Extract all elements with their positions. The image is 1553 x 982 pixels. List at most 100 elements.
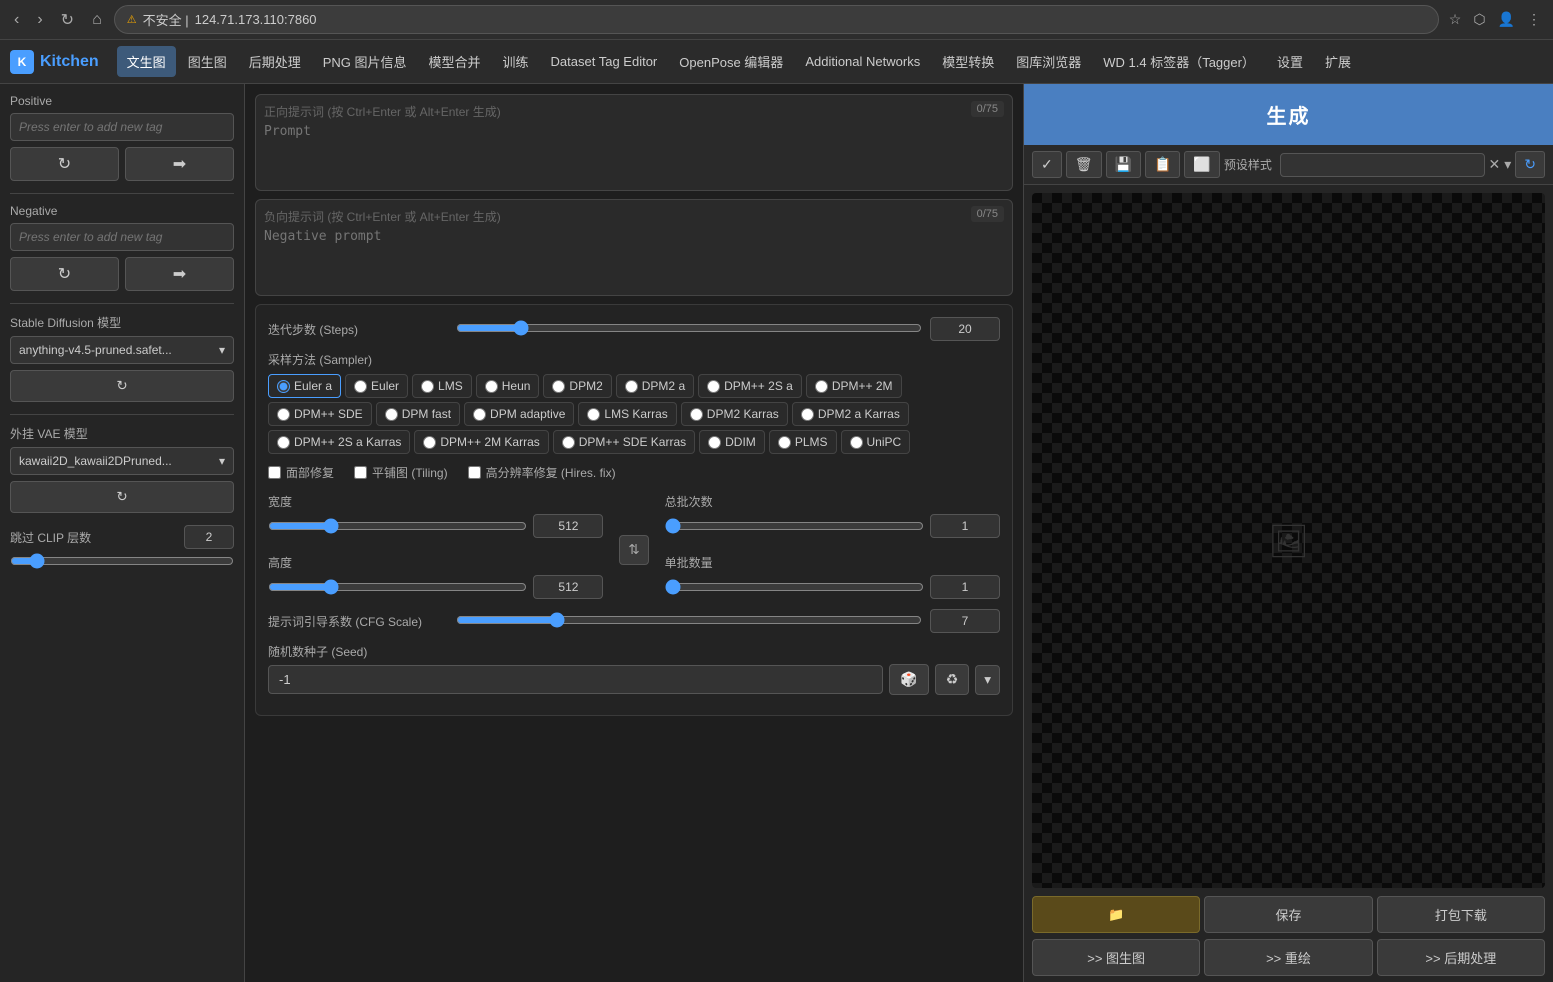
nav-openpose[interactable]: OpenPose 编辑器 — [669, 46, 793, 77]
nav-model-browser[interactable]: 图库浏览器 — [1006, 46, 1091, 77]
sampler-dpmsde-karras[interactable]: DPM++ SDE Karras — [553, 430, 695, 454]
sampler-dpm2s-a[interactable]: DPM++ 2S a — [698, 374, 802, 398]
sd-model-dropdown[interactable]: anything-v4.5-pruned.safet... ▾ — [10, 336, 234, 364]
nav-settings[interactable]: 设置 — [1267, 46, 1313, 77]
nav-dataset-tag[interactable]: Dataset Tag Editor — [541, 48, 668, 75]
sampler-dpm2a-karras[interactable]: DPM2 a Karras — [792, 402, 909, 426]
zip-btn[interactable]: 打包下载 — [1377, 896, 1545, 933]
steps-slider[interactable] — [456, 320, 922, 336]
sampler-lms-karras[interactable]: LMS Karras — [578, 402, 676, 426]
sampler-dpm2m-karras[interactable]: DPM++ 2M Karras — [414, 430, 548, 454]
generate-button[interactable]: 生成 — [1024, 84, 1553, 145]
sampler-dpm2[interactable]: DPM2 — [543, 374, 611, 398]
right-panel: 生成 ✓ 🗑 💾 📋 ⬜ 预设样式 ✕ ▾ ↻ 🖼 📁 保存 打包下载 >> 图… — [1023, 84, 1553, 982]
width-slider[interactable] — [268, 518, 527, 534]
divider-2 — [10, 303, 234, 304]
preset-dropdown[interactable] — [1280, 153, 1485, 177]
sampler-dpm2s-karras[interactable]: DPM++ 2S a Karras — [268, 430, 410, 454]
sampler-unipc[interactable]: UniPC — [841, 430, 911, 454]
sampler-dpm2m[interactable]: DPM++ 2M — [806, 374, 902, 398]
seed-dice-btn[interactable]: 🎲 — [889, 664, 928, 695]
preset-clear-btn[interactable]: ✕ — [1489, 156, 1501, 173]
preset-copy-btn[interactable]: ⬜ — [1184, 151, 1219, 178]
vae-model-refresh-btn[interactable]: ↻ — [10, 481, 234, 513]
sampler-dpm2-karras[interactable]: DPM2 Karras — [681, 402, 788, 426]
swap-dimensions-btn[interactable]: ⇅ — [619, 535, 648, 565]
nav-model-convert[interactable]: 模型转换 — [932, 46, 1004, 77]
cfg-label: 提示词引导系数 (CFG Scale) — [268, 613, 448, 630]
size-section: 宽度 512 高度 512 ⇅ 总批次数 — [268, 493, 1000, 599]
nav-postprocess[interactable]: 后期处理 — [239, 46, 311, 77]
vae-model-dropdown[interactable]: kawaii2D_kawaii2DPruned... ▾ — [10, 447, 234, 475]
save-btn[interactable]: 保存 — [1204, 896, 1372, 933]
address-bar[interactable]: ⚠ 不安全 | 124.71.173.110:7860 — [114, 5, 1439, 34]
browser-chrome: ‹ › ↻ ⌂ ⚠ 不安全 | 124.71.173.110:7860 ☆ ⬡ … — [0, 0, 1553, 40]
forward-button[interactable]: › — [31, 7, 48, 33]
nav-extensions[interactable]: 扩展 — [1315, 46, 1361, 77]
cfg-value[interactable]: 7 — [930, 609, 1000, 633]
extensions-button[interactable]: ⬡ — [1469, 7, 1489, 32]
reload-button[interactable]: ↻ — [55, 6, 80, 34]
width-value[interactable]: 512 — [533, 514, 603, 538]
batch-size-slider[interactable] — [665, 579, 924, 595]
batch-count-slider[interactable] — [665, 518, 924, 534]
preset-save1-btn[interactable]: 💾 — [1106, 151, 1141, 178]
sampler-dpmsde[interactable]: DPM++ SDE — [268, 402, 372, 426]
negative-prompt-textarea[interactable] — [264, 229, 1004, 284]
sampler-euler[interactable]: Euler — [345, 374, 408, 398]
hires-fix-checkbox[interactable]: 高分辨率修复 (Hires. fix) — [468, 464, 616, 481]
preset-refresh-btn[interactable]: ↻ — [1515, 151, 1545, 178]
nav-train[interactable]: 训练 — [493, 46, 539, 77]
folder-btn[interactable]: 📁 — [1032, 896, 1200, 933]
nav-png-info[interactable]: PNG 图片信息 — [313, 46, 417, 77]
to-postprocess-btn[interactable]: >> 后期处理 — [1377, 939, 1545, 976]
menu-button[interactable]: ⋮ — [1523, 7, 1545, 32]
tiling-checkbox[interactable]: 平铺图 (Tiling) — [354, 464, 448, 481]
height-slider[interactable] — [268, 579, 527, 595]
face-restore-checkbox[interactable]: 面部修复 — [268, 464, 334, 481]
negative-send-btn[interactable]: ➡ — [125, 257, 234, 291]
height-value[interactable]: 512 — [533, 575, 603, 599]
steps-value[interactable]: 20 — [930, 317, 1000, 341]
sd-model-refresh-btn[interactable]: ↻ — [10, 370, 234, 402]
sampler-lms[interactable]: LMS — [412, 374, 472, 398]
bookmark-button[interactable]: ☆ — [1445, 7, 1466, 32]
seed-dropdown-btn[interactable]: ▾ — [975, 665, 1000, 695]
nav-additional-networks[interactable]: Additional Networks — [795, 48, 930, 75]
sampler-ddim[interactable]: DDIM — [699, 430, 765, 454]
seed-input[interactable]: -1 — [268, 665, 883, 694]
batch-count-value[interactable]: 1 — [930, 514, 1000, 538]
sampler-dpm-fast[interactable]: DPM fast — [376, 402, 460, 426]
preset-arrow-btn[interactable]: ▾ — [1504, 156, 1511, 173]
skip-clip-slider[interactable] — [10, 553, 234, 569]
preset-trash-btn[interactable]: 🗑 — [1066, 151, 1102, 178]
nav-wd-tagger[interactable]: WD 1.4 标签器（Tagger） — [1093, 46, 1265, 77]
sampler-dpm2-a[interactable]: DPM2 a — [616, 374, 694, 398]
batch-size-value[interactable]: 1 — [930, 575, 1000, 599]
sampler-heun[interactable]: Heun — [476, 374, 540, 398]
seed-label: 随机数种子 (Seed) — [268, 643, 1000, 660]
sampler-dpm-adaptive[interactable]: DPM adaptive — [464, 402, 574, 426]
back-button[interactable]: ‹ — [8, 7, 25, 33]
nav-model-merge[interactable]: 模型合并 — [419, 46, 491, 77]
positive-send-btn[interactable]: ➡ — [125, 147, 234, 181]
profile-button[interactable]: 👤 — [1494, 7, 1519, 32]
seed-recycle-btn[interactable]: ♻ — [935, 664, 970, 695]
positive-tag-input[interactable] — [10, 113, 234, 141]
negative-tag-input[interactable] — [10, 223, 234, 251]
positive-refresh-btn[interactable]: ↻ — [10, 147, 119, 181]
cfg-slider[interactable] — [456, 612, 922, 628]
preset-save2-btn[interactable]: 📋 — [1145, 151, 1180, 178]
nav-img2img[interactable]: 图生图 — [178, 46, 237, 77]
home-button[interactable]: ⌂ — [86, 7, 108, 33]
to-inpaint-btn[interactable]: >> 重绘 — [1204, 939, 1372, 976]
nav-txt2img[interactable]: 文生图 — [117, 46, 176, 77]
preset-check-btn[interactable]: ✓ — [1032, 151, 1062, 178]
negative-refresh-btn[interactable]: ↻ — [10, 257, 119, 291]
skip-clip-input[interactable]: 2 — [184, 525, 234, 549]
sampler-section: 采样方法 (Sampler) Euler a Euler LMS Heun — [268, 351, 1000, 454]
to-img2img-btn[interactable]: >> 图生图 — [1032, 939, 1200, 976]
sampler-plms[interactable]: PLMS — [769, 430, 837, 454]
sampler-euler-a[interactable]: Euler a — [268, 374, 341, 398]
positive-prompt-textarea[interactable] — [264, 124, 1004, 179]
